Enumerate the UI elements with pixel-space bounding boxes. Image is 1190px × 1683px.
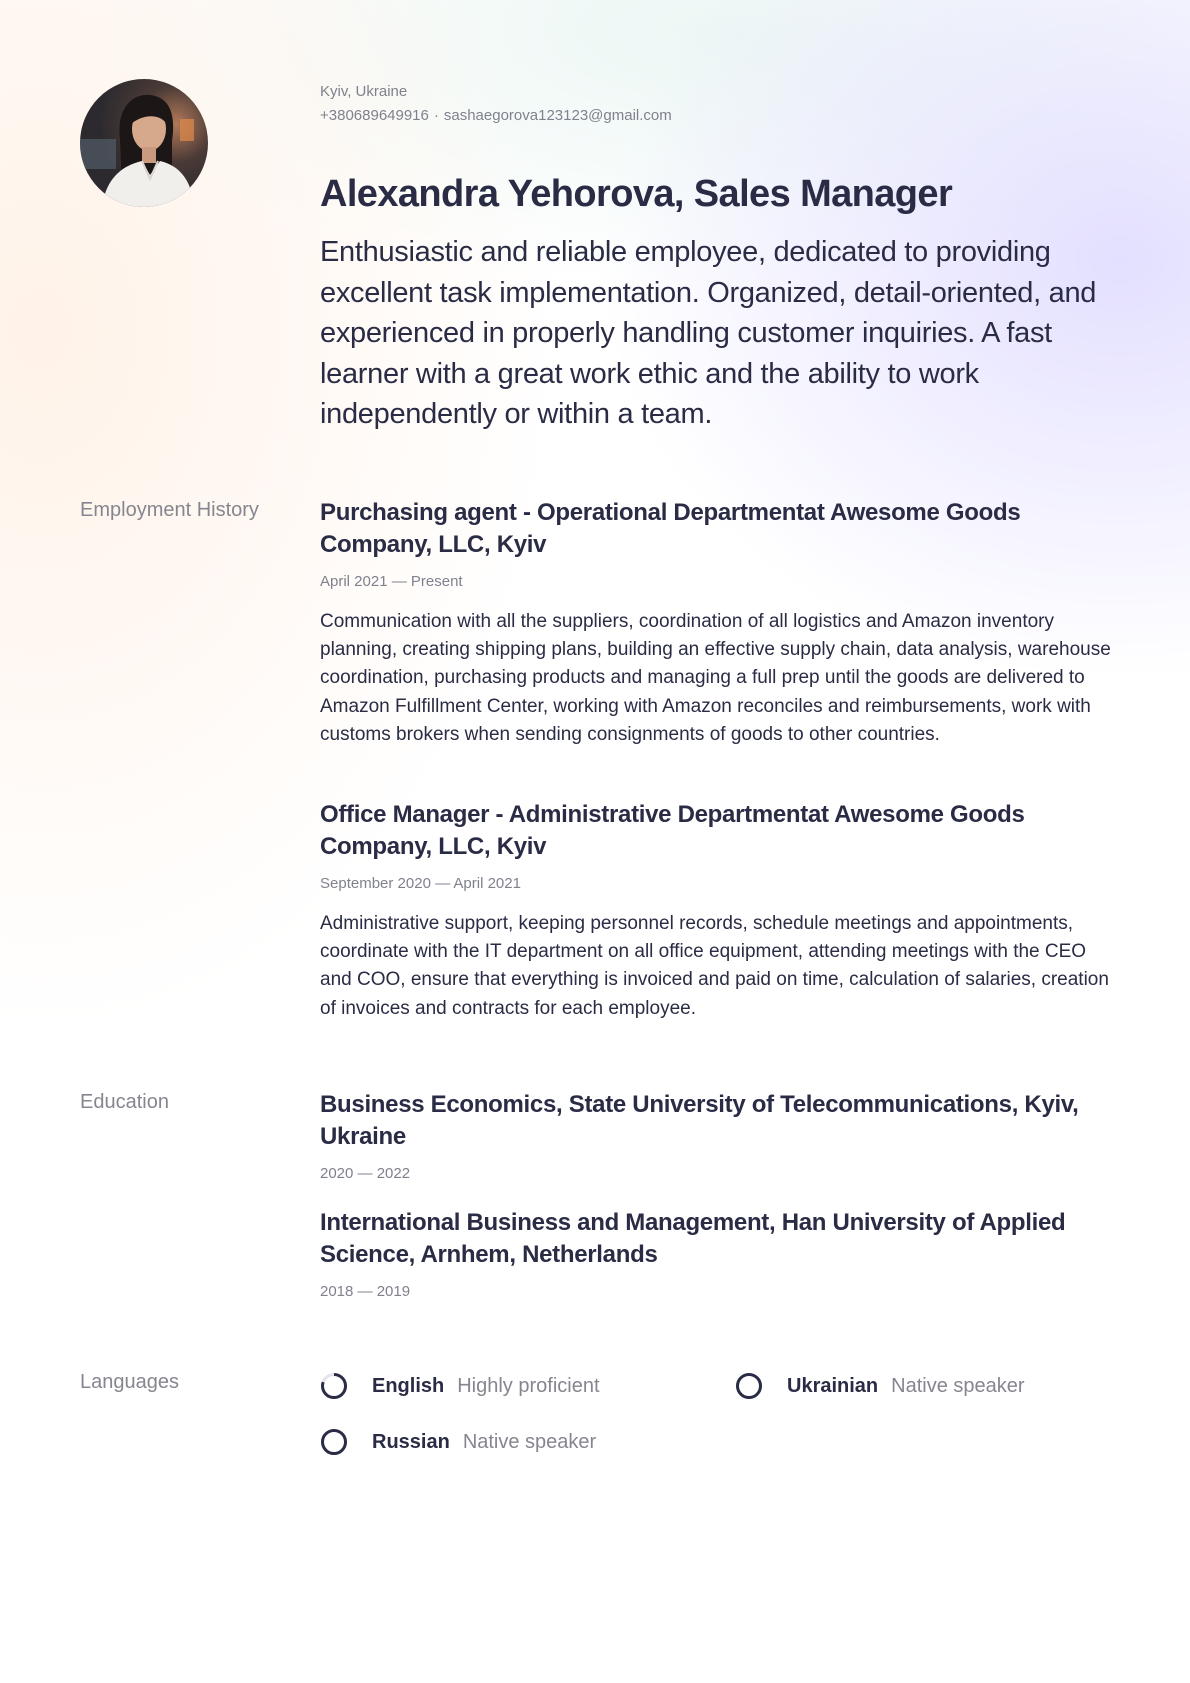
job-dates: September 2020 — April 2021 <box>320 875 521 892</box>
job-entry: Purchasing agent - Operational Departmen… <box>320 497 1120 749</box>
contact-separator: · <box>433 107 439 124</box>
education-section-label: Education <box>80 1091 169 1113</box>
job-description: Administrative support, keeping personne… <box>320 913 1109 1019</box>
job-title: Office Manager - Administrative Departme… <box>320 801 1025 860</box>
language-name: Russian <box>372 1430 450 1453</box>
job-title: Purchasing agent - Operational Departmen… <box>320 499 1021 558</box>
headline-block: Alexandra Yehorova, Sales Manager Enthus… <box>320 170 1120 435</box>
education-dates: 2020 — 2022 <box>320 1165 411 1182</box>
location: Kyiv, Ukraine <box>320 83 408 100</box>
profile-photo <box>80 79 208 207</box>
language-name: Ukrainian <box>787 1374 879 1397</box>
education-entry: Business Economics, State University of … <box>320 1089 1120 1184</box>
education-dates: 2018 — 2019 <box>320 1283 411 1300</box>
job-entry: Office Manager - Administrative Departme… <box>320 799 1120 1023</box>
languages-section-label: Languages <box>80 1371 179 1393</box>
language-item: Ukrainian Native speaker <box>735 1372 1025 1400</box>
proficiency-ring-icon <box>321 1429 347 1455</box>
language-item: English Highly proficient <box>320 1372 600 1400</box>
employment-section-label: Employment History <box>80 499 259 521</box>
contact-line: +380689649916 · sashaegorova123123@gmail.c… <box>320 104 672 128</box>
language-level: Highly proficient <box>457 1374 600 1397</box>
proficiency-ring-icon <box>736 1373 762 1399</box>
contact-info: Kyiv, Ukraine +380689649916 · sashaegorova… <box>320 80 672 128</box>
language-name: English <box>372 1374 445 1397</box>
education-title: International Business and Management, H… <box>320 1209 1066 1268</box>
phone-number[interactable]: +380689649916 <box>320 107 429 124</box>
resume-page: Kyiv, Ukraine +380689649916 · sashaegorova… <box>0 0 1190 1683</box>
name-title: Alexandra Yehorova, Sales Manager <box>320 173 953 215</box>
profile-summary: Enthusiastic and reliable employee, dedi… <box>320 236 1097 430</box>
language-item: Russian Native speaker <box>320 1428 596 1456</box>
proficiency-ring-icon <box>321 1373 347 1399</box>
language-level: Native speaker <box>891 1374 1025 1397</box>
education-title: Business Economics, State University of … <box>320 1091 1079 1150</box>
language-level: Native speaker <box>462 1430 597 1453</box>
job-description: Communication with all the suppliers, co… <box>320 611 1111 745</box>
email-address[interactable]: sashaegorova123123@gmail.com <box>444 107 672 124</box>
job-dates: April 2021 — Present <box>320 573 463 590</box>
education-entry: International Business and Management, H… <box>320 1207 1120 1302</box>
